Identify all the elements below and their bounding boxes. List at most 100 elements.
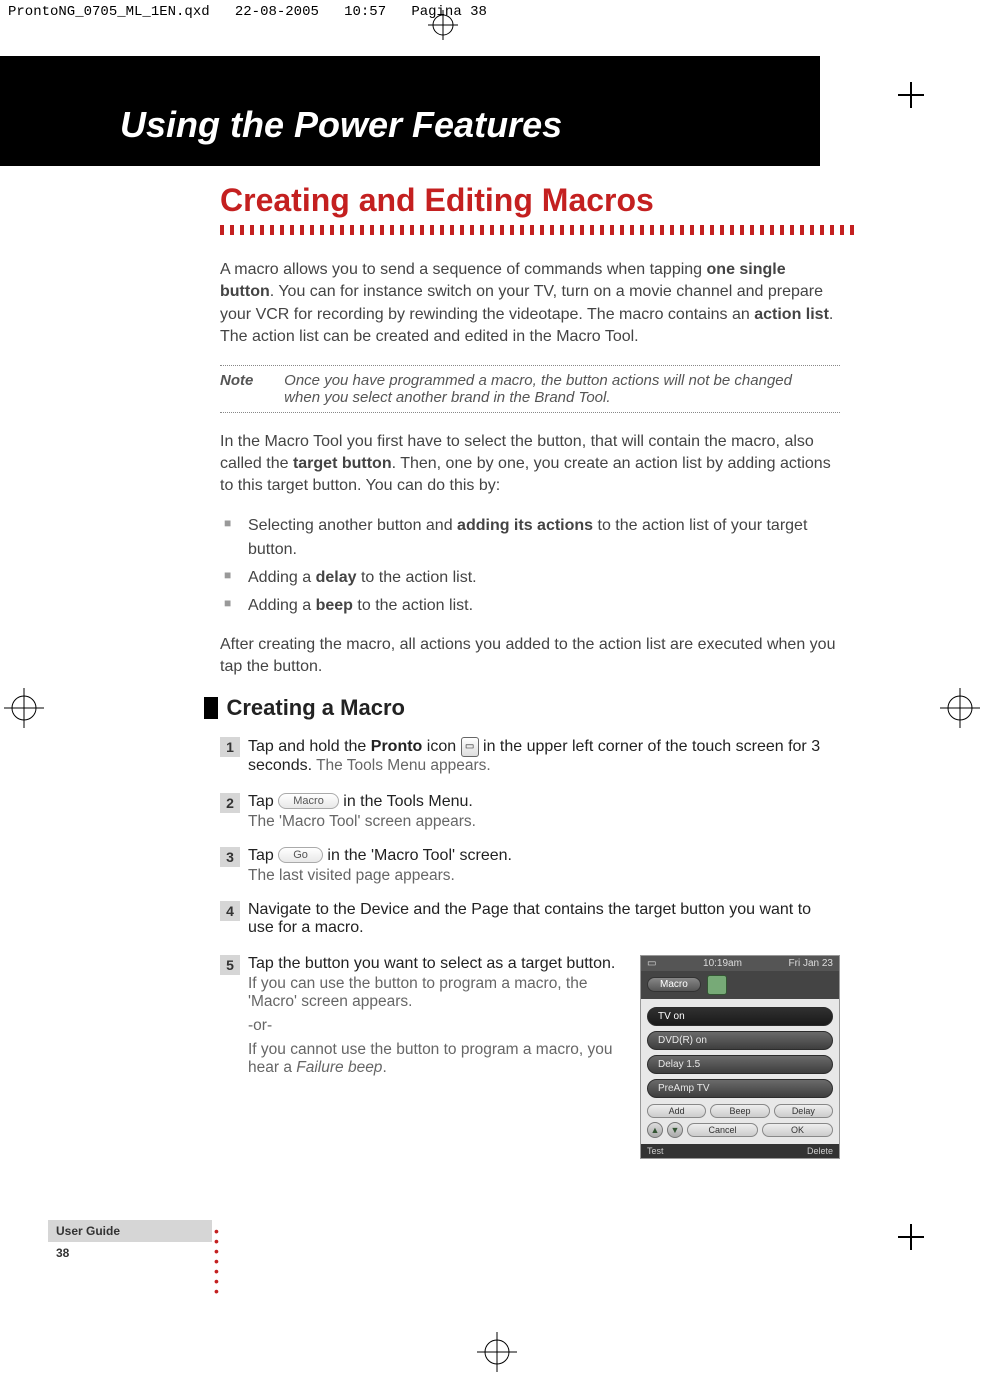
content-area: Creating and Editing Macros A macro allo…: [220, 182, 840, 1175]
text: to the action list.: [353, 597, 473, 614]
text-bold: beep: [316, 597, 353, 614]
registration-mark-icon: [910, 82, 912, 108]
step-4: 4 Navigate to the Device and the Page th…: [220, 901, 840, 939]
text: to the action list.: [357, 569, 477, 586]
note-box: Note Once you have programmed a macro, t…: [220, 365, 840, 413]
square-bullet-icon: [204, 697, 218, 719]
down-arrow-icon: ▼: [667, 1122, 683, 1138]
step-3: 3 Tap Go in the 'Macro Tool' screen. The…: [220, 847, 840, 885]
vertical-dots-icon: •••••••: [214, 1226, 219, 1296]
text: .: [382, 1059, 386, 1076]
text-bold: target button: [293, 455, 392, 472]
list-item: Adding a beep to the action list.: [220, 594, 840, 618]
device-footer: Test Delete: [641, 1144, 839, 1158]
subheading-row: Creating a Macro: [204, 695, 840, 721]
text: in the Tools Menu.: [343, 793, 473, 810]
subheading: Creating a Macro: [226, 695, 405, 721]
text: . You can for instance switch on your TV…: [220, 283, 823, 322]
note-text: Once you have programmed a macro, the bu…: [284, 372, 824, 406]
step-5: 5 Tap the button you want to select as a…: [220, 955, 840, 1159]
section-divider-icon: [220, 225, 860, 235]
macro-action-item: Delay 1.5: [647, 1055, 833, 1074]
list-item: Selecting another button and adding its …: [220, 514, 840, 562]
text: in the 'Macro Tool' screen.: [327, 847, 512, 864]
add-button: Add: [647, 1104, 706, 1118]
device-body: TV on DVD(R) on Delay 1.5 PreAmp TV Add …: [641, 999, 839, 1144]
crop-mark-left-icon: [4, 688, 44, 728]
step-text: Tap Go in the 'Macro Tool' screen.: [248, 847, 840, 865]
device-screenshot: ▭ 10:19am Fri Jan 23 Macro TV on DVD(R) …: [640, 955, 840, 1159]
device-title: Macro: [647, 977, 701, 992]
step-sub: The last visited page appears.: [248, 867, 840, 885]
registration-mark-icon: [910, 1224, 912, 1250]
meta-time: 10:57: [344, 4, 386, 20]
delete-label: Delete: [807, 1146, 833, 1156]
device-time: 10:19am: [703, 958, 742, 969]
pronto-icon: ▭: [461, 737, 479, 757]
text: Adding a: [248, 569, 316, 586]
step-text: Tap Macro in the Tools Menu.: [248, 793, 840, 811]
meta-file: ProntoNG_0705_ML_1EN.qxd: [8, 4, 210, 20]
step-number: 3: [220, 847, 240, 867]
delay-button: Delay: [774, 1104, 833, 1118]
macro-action-item: DVD(R) on: [647, 1031, 833, 1050]
step-2: 2 Tap Macro in the Tools Menu. The 'Macr…: [220, 793, 840, 831]
text-bold: Pronto: [371, 738, 423, 755]
macro-button-icon: Macro: [278, 793, 339, 809]
text-bold: adding its actions: [457, 517, 593, 534]
step-sub: If you can use the button to program a m…: [248, 975, 622, 1011]
text-bold: delay: [316, 569, 357, 586]
text: Adding a: [248, 597, 316, 614]
step-text: Tap and hold the Pronto icon ▭ in the up…: [248, 737, 840, 775]
step-text: Navigate to the Device and the Page that…: [248, 901, 840, 937]
bullet-list: Selecting another button and adding its …: [220, 514, 840, 618]
crop-mark-bottom-icon: [477, 1332, 517, 1372]
text-italic: Failure beep: [296, 1059, 382, 1076]
text: Tap and hold the: [248, 738, 371, 755]
battery-icon: ▭: [647, 958, 656, 969]
step-number: 2: [220, 793, 240, 813]
device-button-row: Add Beep Delay: [647, 1104, 833, 1118]
go-button-icon: Go: [278, 847, 323, 863]
step-text: Tap the button you want to select as a t…: [248, 955, 622, 973]
section-title: Creating and Editing Macros: [220, 182, 840, 219]
paragraph: After creating the macro, all actions yo…: [220, 634, 840, 679]
crop-mark-right-icon: [940, 688, 980, 728]
macro-action-item: PreAmp TV: [647, 1079, 833, 1098]
crop-mark-top-icon: [428, 10, 458, 40]
step-number: 1: [220, 737, 240, 757]
user-guide-label: User Guide: [48, 1220, 212, 1242]
chapter-title: Using the Power Features: [0, 56, 820, 146]
footer-tab: User Guide 38: [48, 1220, 212, 1264]
meta-date: 22-08-2005: [235, 4, 319, 20]
note-label: Note: [220, 372, 280, 389]
beep-button: Beep: [710, 1104, 769, 1118]
up-arrow-icon: ▲: [647, 1122, 663, 1138]
device-button-row-2: ▲ ▼ Cancel OK: [647, 1122, 833, 1138]
page-number: 38: [48, 1242, 212, 1264]
step-sub: If you cannot use the button to program …: [248, 1041, 622, 1077]
cancel-button: Cancel: [687, 1123, 758, 1137]
text: A macro allows you to send a sequence of…: [220, 261, 707, 278]
text: Tap: [248, 847, 278, 864]
step-1: 1 Tap and hold the Pronto icon ▭ in the …: [220, 737, 840, 777]
step-sub: The 'Macro Tool' screen appears.: [248, 813, 840, 831]
print-meta: ProntoNG_0705_ML_1EN.qxd 22-08-2005 10:5…: [0, 0, 994, 24]
device-statusbar: ▭ 10:19am Fri Jan 23: [641, 956, 839, 971]
ok-button: OK: [762, 1123, 833, 1137]
device-titlebar: Macro: [641, 971, 839, 999]
list-item: Adding a delay to the action list.: [220, 566, 840, 590]
macro-action-item: TV on: [647, 1007, 833, 1026]
text: icon: [422, 738, 460, 755]
clipboard-icon: [707, 975, 727, 995]
device-day: Fri Jan 23: [789, 958, 833, 969]
chapter-banner: Using the Power Features: [0, 56, 820, 166]
paragraph: In the Macro Tool you first have to sele…: [220, 431, 840, 498]
step-number: 5: [220, 955, 240, 975]
intro-paragraph: A macro allows you to send a sequence of…: [220, 259, 840, 349]
test-label: Test: [647, 1146, 664, 1156]
text-bold: action list: [754, 306, 829, 323]
or-text: -or-: [248, 1017, 622, 1035]
text: Tap: [248, 793, 278, 810]
text: Selecting another button and: [248, 517, 457, 534]
